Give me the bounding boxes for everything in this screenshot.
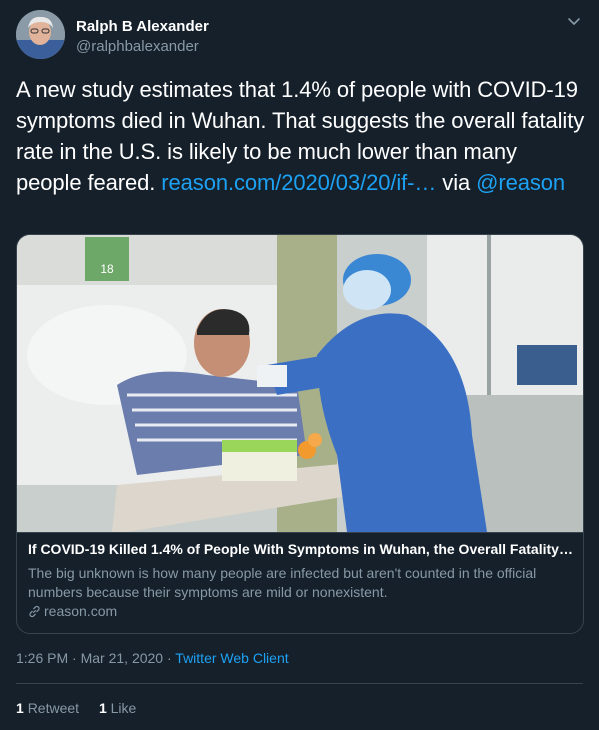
mention-link[interactable]: @reason xyxy=(476,170,565,195)
likes-count: 1 xyxy=(98,700,107,716)
retweets-stat[interactable]: 1 Retweet xyxy=(16,700,79,716)
link-card[interactable]: 18 If COVID-19 Killed 1.4% of People Wit… xyxy=(16,234,584,634)
tweet-client[interactable]: Twitter Web Client xyxy=(175,650,288,666)
retweets-label: Retweet xyxy=(27,700,80,716)
bed-number: 18 xyxy=(100,262,114,276)
via-text: via xyxy=(436,170,477,195)
card-image[interactable]: 18 xyxy=(17,235,583,532)
card-description: The big unknown is how many people are i… xyxy=(28,565,537,600)
meta-separator: · xyxy=(68,650,81,666)
card-title[interactable]: If COVID-19 Killed 1.4% of People With S… xyxy=(28,541,573,557)
card-domain: reason.com xyxy=(28,603,117,619)
chevron-down-icon[interactable] xyxy=(565,12,583,30)
tweet-text: A new study estimates that 1.4% of peopl… xyxy=(16,74,586,198)
author-name[interactable]: Ralph B Alexander xyxy=(76,18,209,35)
tweet-header: Ralph B Alexander @ralphbalexander xyxy=(16,10,583,60)
meta-separator: · xyxy=(163,650,176,666)
avatar[interactable] xyxy=(16,10,65,59)
tweet-meta: 1:26 PM · Mar 21, 2020 · Twitter Web Cli… xyxy=(16,650,289,666)
divider xyxy=(16,683,583,684)
likes-label: Like xyxy=(110,700,137,716)
author-handle[interactable]: @ralphbalexander xyxy=(76,38,199,55)
retweets-count: 1 xyxy=(16,700,24,716)
tweet-time[interactable]: 1:26 PM xyxy=(16,650,68,666)
tweet-link[interactable]: reason.com/2020/03/20/if-… xyxy=(161,170,436,195)
card-body: If COVID-19 Killed 1.4% of People With S… xyxy=(17,532,583,633)
link-icon xyxy=(29,605,40,618)
tweet-stats: 1 Retweet 1 Like xyxy=(16,700,152,716)
tweet-date[interactable]: Mar 21, 2020 xyxy=(81,650,164,666)
likes-stat[interactable]: 1 Like xyxy=(99,700,136,716)
card-domain-text: reason.com xyxy=(44,603,118,619)
